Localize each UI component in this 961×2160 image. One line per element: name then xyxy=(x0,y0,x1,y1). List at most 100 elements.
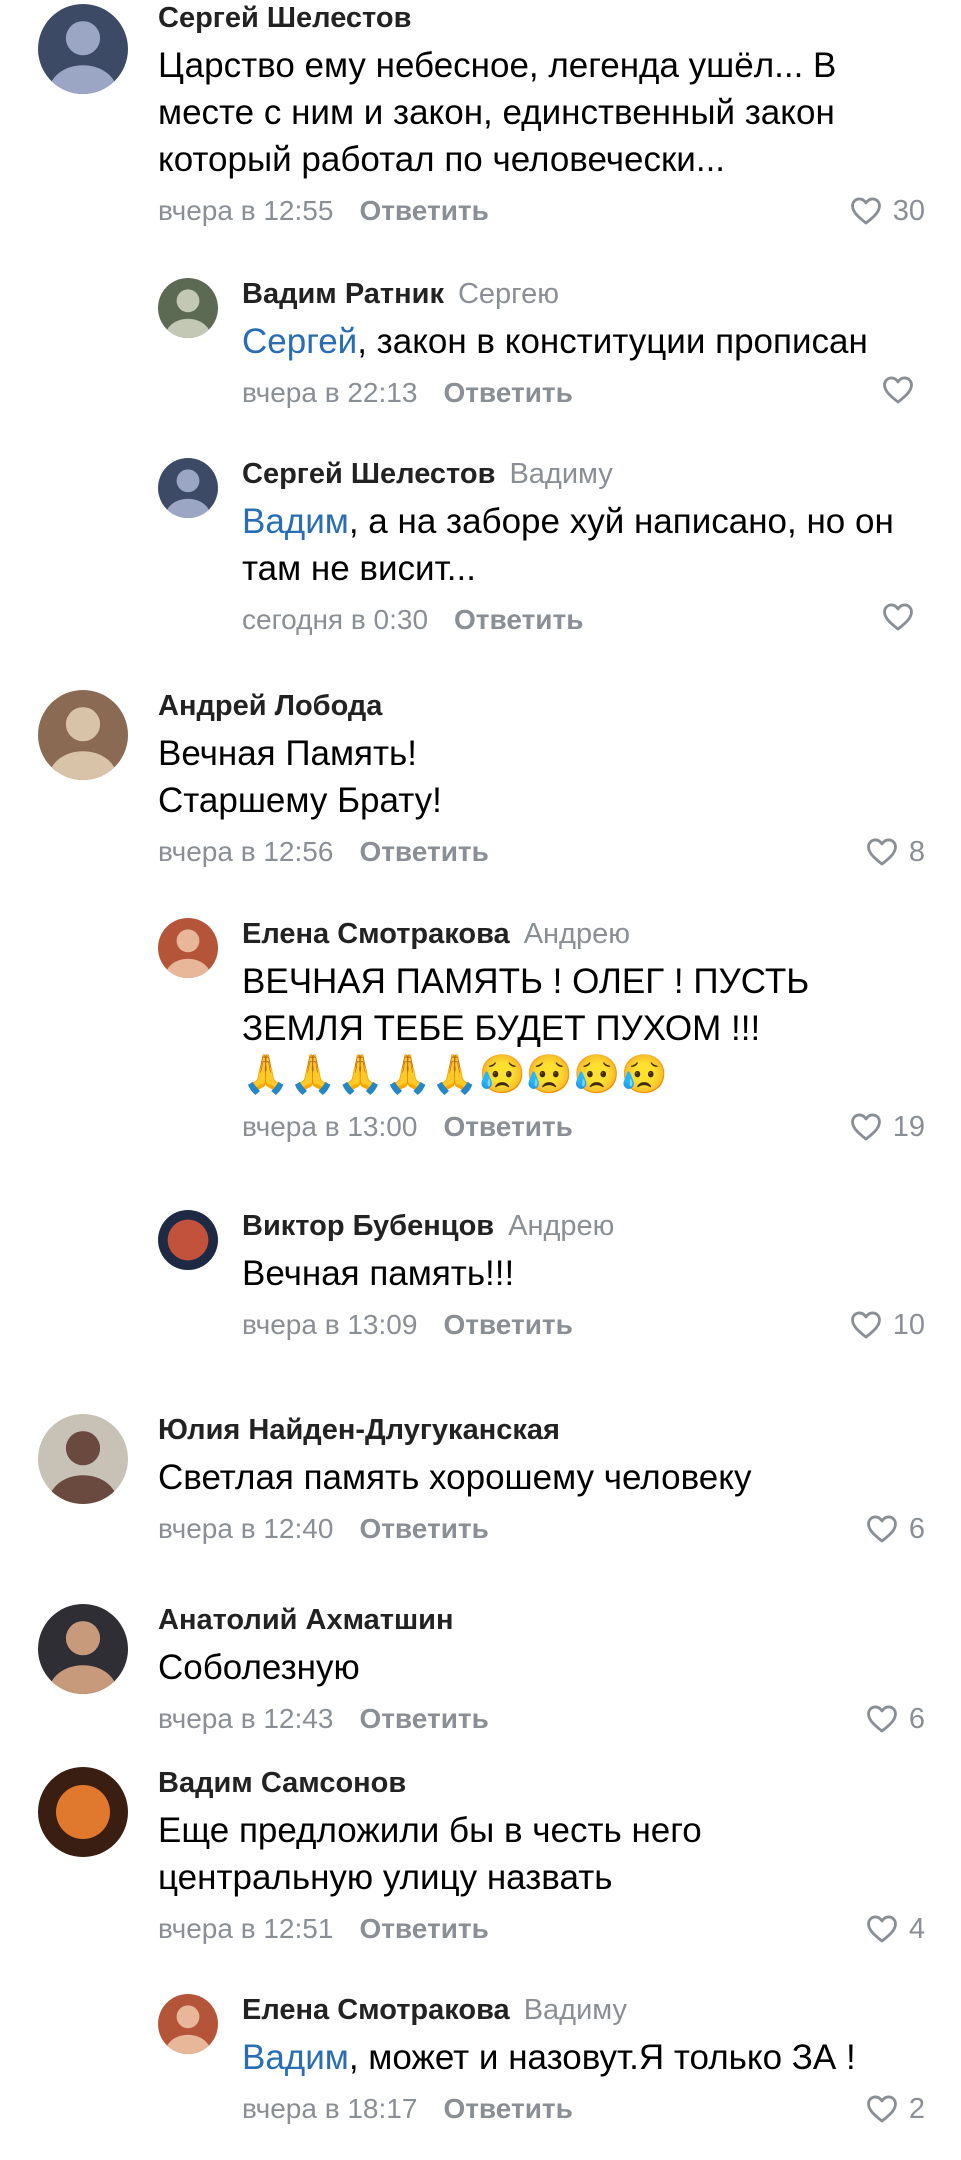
reply-button[interactable]: Ответить xyxy=(454,604,583,635)
comment-text: ВЕЧНАЯ ПАМЯТЬ ! ОЛЕГ ! ПУСТЬ ЗЕМЛЯ ТЕБЕ … xyxy=(242,958,925,1099)
comment-meta: вчера в 13:09 Ответить 10 xyxy=(242,1305,925,1345)
avatar[interactable] xyxy=(38,690,128,780)
avatar[interactable] xyxy=(38,4,128,94)
reply-button[interactable]: Ответить xyxy=(443,377,572,408)
avatar[interactable] xyxy=(38,1604,128,1694)
avatar[interactable] xyxy=(158,458,218,518)
like-button[interactable]: 4 xyxy=(865,1909,925,1949)
author-name[interactable]: Юлия Найден-Длугуканская xyxy=(158,1414,560,1446)
comment-body: Вадим Самсонов Еще предложили бы в честь… xyxy=(158,1765,925,1949)
timestamp: вчера в 22:13 xyxy=(242,377,418,408)
timestamp: вчера в 12:51 xyxy=(158,1913,334,1944)
comment-body: Елена Смотракова Вадиму Вадим, может и на… xyxy=(242,1992,925,2129)
avatar[interactable] xyxy=(158,918,218,978)
comment-meta: вчера в 12:43 Ответить 6 xyxy=(158,1699,925,1739)
comment-text: Еще предложили бы в честь него центральн… xyxy=(158,1811,702,1897)
comment-text: Вечная Память! Старшему Брату! xyxy=(158,730,925,824)
reply-addressee[interactable]: Андрею xyxy=(508,1210,614,1242)
avatar[interactable] xyxy=(38,1767,128,1857)
avatar[interactable] xyxy=(158,278,218,338)
comment-meta: вчера в 12:55 Ответить 30 xyxy=(158,191,925,231)
heart-icon xyxy=(866,1705,897,1733)
heart-icon xyxy=(883,603,913,631)
like-button[interactable]: 30 xyxy=(849,191,925,231)
mention-link[interactable]: Вадим xyxy=(242,502,349,541)
like-button[interactable]: 2 xyxy=(865,2089,925,2129)
like-button[interactable] xyxy=(881,373,925,407)
like-button[interactable]: 19 xyxy=(849,1107,925,1147)
like-count: 19 xyxy=(892,1111,925,1143)
like-button[interactable]: 8 xyxy=(865,832,925,872)
timestamp: вчера в 12:55 xyxy=(158,195,334,226)
reply-button[interactable]: Ответить xyxy=(359,836,488,867)
comment-meta: вчера в 22:13 Ответить xyxy=(242,373,925,413)
comment-line: Старшему Брату! xyxy=(158,781,442,820)
avatar[interactable] xyxy=(158,1210,218,1270)
comment-text: Сергей, закон в конституции прописан xyxy=(242,322,868,361)
mention-link[interactable]: Вадим xyxy=(242,2038,349,2077)
comment-body: Андрей Лобода Вечная Память! Старшему Бр… xyxy=(158,688,925,872)
like-count: 6 xyxy=(908,1513,925,1545)
author-name[interactable]: Елена Смотракова xyxy=(242,1994,510,2026)
heart-icon xyxy=(883,376,913,404)
reply-button[interactable]: Ответить xyxy=(359,1513,488,1544)
heart-icon xyxy=(866,838,897,866)
author-name[interactable]: Андрей Лобода xyxy=(158,690,382,722)
like-count: 6 xyxy=(908,1703,925,1735)
timestamp: вчера в 12:40 xyxy=(158,1513,334,1544)
author-name[interactable]: Сергей Шелестов xyxy=(158,2,411,34)
like-count: 8 xyxy=(908,836,925,868)
comment-meta: вчера в 12:56 Ответить 8 xyxy=(158,832,925,872)
comment-meta: сегодня в 0:30 Ответить xyxy=(242,600,925,640)
comment-text: Вадим, а на заборе хуй написано, но он т… xyxy=(242,502,894,588)
author-name[interactable]: Вадим Самсонов xyxy=(158,1767,406,1799)
reply-button[interactable]: Ответить xyxy=(443,1111,572,1142)
comment-text: Светлая память хорошему человеку xyxy=(158,1458,752,1497)
reply-button[interactable]: Ответить xyxy=(359,1913,488,1944)
heart-icon xyxy=(850,1311,881,1339)
reply-addressee[interactable]: Вадиму xyxy=(524,1994,627,2026)
author-name[interactable]: Анатолий Ахматшин xyxy=(158,1604,454,1636)
mention-link[interactable]: Сергей xyxy=(242,322,357,361)
avatar[interactable] xyxy=(38,1414,128,1504)
avatar[interactable] xyxy=(158,1994,218,2054)
comment-line: Вечная Память! xyxy=(158,734,417,773)
comment-text: Соболезную xyxy=(158,1648,360,1687)
comment-text: Царство ему небесное, легенда ушёл... В … xyxy=(158,46,837,179)
reply-button[interactable]: Ответить xyxy=(443,1309,572,1340)
comment-body: Сергей Шелестов Вадиму Вадим, а на заборе… xyxy=(242,456,925,640)
comment-meta: вчера в 12:40 Ответить 6 xyxy=(158,1509,925,1549)
timestamp: сегодня в 0:30 xyxy=(242,604,429,635)
comment-body: Вадим Ратник Сергею Сергей, закон в конст… xyxy=(242,276,925,413)
comment-body: Виктор Бубенцов Андрею Вечная память!!! в… xyxy=(242,1208,925,1345)
comment-meta: вчера в 18:17 Ответить 2 xyxy=(242,2089,925,2129)
reply-addressee[interactable]: Вадиму xyxy=(509,458,612,490)
comment-text: Вечная память!!! xyxy=(242,1254,515,1293)
comment-meta: вчера в 12:51 Ответить 4 xyxy=(158,1909,925,1949)
reply-addressee[interactable]: Андрею xyxy=(524,918,630,950)
comment-body: Сергей Шелестов Царство ему небесное, ле… xyxy=(158,0,925,231)
author-name[interactable]: Вадим Ратник xyxy=(242,278,444,310)
author-name[interactable]: Виктор Бубенцов xyxy=(242,1210,494,1242)
like-button[interactable]: 6 xyxy=(865,1699,925,1739)
comment-body: Юлия Найден-Длугуканская Светлая память … xyxy=(158,1412,925,1549)
comment-meta: вчера в 13:00 Ответить 19 xyxy=(242,1107,925,1147)
heart-icon xyxy=(850,1113,881,1141)
like-button[interactable]: 10 xyxy=(849,1305,925,1345)
reply-button[interactable]: Ответить xyxy=(359,1703,488,1734)
reply-button[interactable]: Ответить xyxy=(443,2093,572,2124)
timestamp: вчера в 13:09 xyxy=(242,1309,418,1340)
author-name[interactable]: Елена Смотракова xyxy=(242,918,510,950)
author-name[interactable]: Сергей Шелестов xyxy=(242,458,495,490)
reply-addressee[interactable]: Сергею xyxy=(458,278,559,310)
like-button[interactable] xyxy=(881,600,925,634)
like-count: 10 xyxy=(892,1309,925,1341)
heart-icon xyxy=(850,197,881,225)
like-count: 30 xyxy=(892,195,925,227)
timestamp: вчера в 12:56 xyxy=(158,836,334,867)
heart-icon xyxy=(866,1515,897,1543)
reply-button[interactable]: Ответить xyxy=(359,195,488,226)
like-count: 2 xyxy=(908,2093,925,2125)
comment-body: Анатолий Ахматшин Соболезную вчера в 12:… xyxy=(158,1602,925,1739)
like-button[interactable]: 6 xyxy=(865,1509,925,1549)
